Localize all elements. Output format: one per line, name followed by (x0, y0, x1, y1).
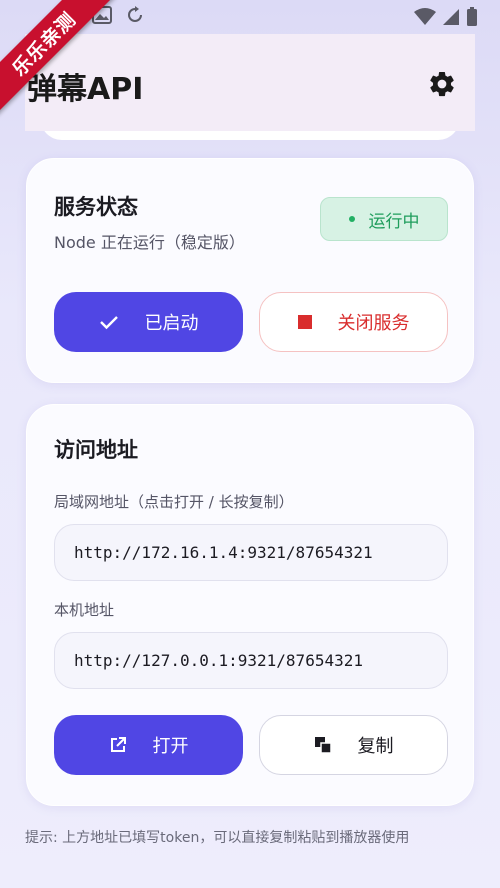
open-button-label: 打开 (152, 736, 189, 757)
access-address-title: 访问地址 (54, 438, 138, 462)
gear-icon (427, 69, 457, 99)
service-status-title: 服务状态 (54, 195, 138, 219)
copy-icon (314, 736, 332, 754)
open-external-icon (109, 736, 127, 754)
service-status-subtitle: Node 正在运行（稳定版） (54, 233, 245, 252)
ribbon-label: 乐乐亲测 (0, 0, 116, 116)
access-address-card: 访问地址 局域网地址（点击打开 / 长按复制） http://172.16.1.… (26, 404, 474, 806)
stop-icon (297, 315, 312, 329)
start-service-label: 已启动 (144, 313, 199, 334)
service-status-card: 服务状态 Node 正在运行（稳定版） 运行中 已启动 关闭服务 (26, 158, 474, 383)
lan-address-label: 局域网地址（点击打开 / 长按复制） (54, 493, 294, 511)
status-badge: 运行中 (320, 197, 448, 241)
check-icon (99, 314, 119, 330)
stop-service-button[interactable]: 关闭服务 (259, 292, 448, 352)
status-dot-icon (348, 216, 355, 222)
wifi-icon (414, 8, 436, 26)
settings-button[interactable] (427, 69, 457, 99)
tip-text: 提示: 上方地址已填写token，可以直接复制粘贴到播放器使用 (25, 830, 410, 846)
copy-button[interactable]: 复制 (259, 715, 448, 775)
status-bar-right-icons (414, 7, 478, 27)
signal-icon (442, 8, 460, 26)
status-badge-label: 运行中 (368, 211, 420, 232)
start-service-button[interactable]: 已启动 (54, 292, 243, 352)
corner-ribbon: 乐乐亲测 (0, 0, 130, 130)
lan-url-field[interactable]: http://172.16.1.4:9321/87654321 (54, 524, 448, 581)
stop-service-label: 关闭服务 (337, 313, 410, 334)
local-url-field[interactable]: http://127.0.0.1:9321/87654321 (54, 632, 448, 689)
battery-icon (466, 7, 478, 27)
local-address-label: 本机地址 (54, 601, 115, 619)
open-button[interactable]: 打开 (54, 715, 243, 775)
copy-button-label: 复制 (357, 736, 394, 757)
